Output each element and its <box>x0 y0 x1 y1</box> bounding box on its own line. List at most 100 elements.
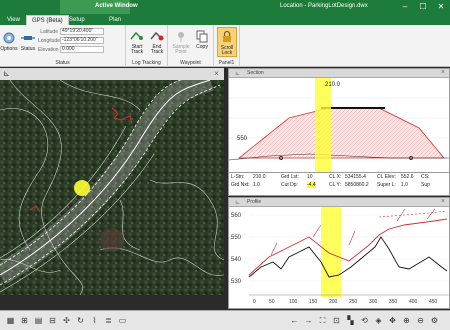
l-stn-value: 210.0 <box>253 174 266 180</box>
cl-x-label: CL X: <box>329 174 342 180</box>
arrow-right-icon[interactable]: → <box>304 316 313 325</box>
l-stn-label: L-Stn: <box>231 174 245 180</box>
layers-icon[interactable]: ▤ <box>34 316 43 325</box>
profile-pane: ⊾ Profile × 560 550 540 530 0 50 100 150… <box>228 197 450 309</box>
grid-icon[interactable]: ▦ <box>6 316 15 325</box>
window-controls: – ☐ ✕ <box>400 2 446 11</box>
section-pane: ⊾ Section × 210.0 550 L-Stn: 210.0 Grd L… <box>228 68 450 196</box>
map-canvas <box>0 80 224 295</box>
section-title: Section <box>247 70 264 76</box>
section-info-panel: L-Stn: 210.0 Grd Lst: 10 CL X: 534155.4 … <box>229 172 449 189</box>
station-highlight <box>315 78 331 172</box>
minimize-icon[interactable]: – <box>400 2 410 11</box>
profile-y-tick-530: 530 <box>231 279 242 285</box>
aerial-map-view[interactable] <box>0 80 224 295</box>
section-close-icon[interactable]: × <box>441 69 445 76</box>
current-station-marker[interactable] <box>74 180 90 196</box>
settings-icon[interactable]: ⚙ <box>430 316 439 325</box>
satellite-icon <box>21 36 35 40</box>
profile-pin-icon[interactable]: ⊾ <box>235 199 240 206</box>
copy-button[interactable]: Copy <box>193 29 211 50</box>
section-y-tick: 550 <box>237 136 248 142</box>
end-track-icon <box>150 31 164 41</box>
profile-close-icon[interactable]: × <box>441 198 445 205</box>
profile-x-tick-50: 50 <box>269 299 275 305</box>
status-group-label: Status <box>55 60 70 66</box>
window-icon[interactable]: ▭ <box>118 316 127 325</box>
longitude-label: Longitude <box>38 38 60 44</box>
profile-title: Profile <box>247 199 262 205</box>
close-icon[interactable]: ✕ <box>436 2 446 11</box>
lock-icon <box>223 30 231 42</box>
super-l-label: Super L: <box>377 182 396 188</box>
arrow-left-icon[interactable]: ← <box>290 316 299 325</box>
status-button[interactable]: Status <box>20 31 36 52</box>
tab-plan[interactable]: Plan <box>104 15 126 25</box>
profile-grid <box>249 214 449 282</box>
redraw-icon[interactable]: ⟲ <box>360 316 369 325</box>
waypoint-label: Waypoint <box>180 60 201 66</box>
profile-view[interactable]: 560 550 540 530 0 50 100 150 200 250 300… <box>229 207 449 308</box>
snap-icon[interactable]: ⊞ <box>20 316 29 325</box>
station-label: 210.0 <box>325 82 341 88</box>
profile-x-tick-350: 350 <box>389 299 398 305</box>
map-close-icon[interactable]: × <box>212 69 221 78</box>
cl-elev-value: 552.6 <box>401 174 414 180</box>
rotate-icon[interactable]: ↻ <box>76 316 85 325</box>
active-window-label: Active Window <box>95 3 138 9</box>
sup-label: Sup <box>421 182 430 188</box>
cut-dp-value: -4.4 <box>307 182 316 188</box>
tab-gps-beta[interactable]: GPS (Beta) <box>26 15 69 25</box>
zoom-out-icon[interactable]: ⊖ <box>416 316 425 325</box>
ground-profile-line <box>248 236 448 278</box>
cut-area <box>237 107 445 159</box>
tab-setup[interactable]: Setup <box>64 15 90 25</box>
maximize-icon[interactable]: ☐ <box>418 2 428 11</box>
measure-icon[interactable]: ⌇ <box>90 316 99 325</box>
start-track-icon <box>130 31 143 40</box>
section-view[interactable]: 210.0 550 <box>229 78 449 172</box>
waypoint-group: Sample Point Copy Waypoint <box>168 25 214 67</box>
map-icon[interactable]: ▚ <box>346 316 355 325</box>
cl-y-label: CL Y: <box>329 182 341 188</box>
cut-dp-label: Cut Dp: <box>281 182 298 188</box>
section-pin-icon[interactable]: ⊾ <box>235 70 240 77</box>
status-group: Options Status Latitude 49°19'20.400" Lo… <box>0 25 126 67</box>
map-toolbar: ⊾ × <box>0 68 224 80</box>
grd-lst-label: Grd Lst: <box>281 174 299 180</box>
layer-stack-icon[interactable]: ≣ <box>104 316 113 325</box>
design-profile-upper <box>378 210 448 218</box>
zoom-extents-icon[interactable]: ⛶ <box>318 316 327 325</box>
options-icon <box>3 32 15 44</box>
zoom-in-icon[interactable]: ⊕ <box>402 316 411 325</box>
scroll-lock-button[interactable]: Scroll Lock <box>217 27 237 57</box>
ortho-icon[interactable]: ⊟ <box>48 316 57 325</box>
bottom-toolbar: ▦ ⊞ ▤ ⊟ ✣ ↻ ⌇ ≣ ▭ ← → ⛶ ⊡ ▚ ⟲ ◈ ✥ ⊕ ⊖ ⚙ <box>0 310 450 330</box>
ribbon: Options Status Latitude 49°19'20.400" Lo… <box>0 25 450 67</box>
profile-x-tick-450: 450 <box>429 299 438 305</box>
tab-view[interactable]: View <box>2 15 25 25</box>
view-3d-icon[interactable]: ◈ <box>374 316 383 325</box>
latitude-field[interactable]: 49°19'20.400" <box>60 28 104 35</box>
pin-icon[interactable]: ⊾ <box>2 69 11 78</box>
sample-point-button[interactable]: Sample Point <box>171 29 191 55</box>
cl-x-value: 534155.4 <box>345 174 366 180</box>
grd-nxt-label: Grd Nxt: <box>231 182 250 188</box>
cl-y-value: 5850860.2 <box>345 182 369 188</box>
options-button[interactable]: Options <box>0 31 18 52</box>
compass-icon[interactable]: ✥ <box>388 316 397 325</box>
longitude-field[interactable]: -123°06'10.200" <box>60 37 104 44</box>
panel-label: Panel1 <box>218 60 235 66</box>
zoom-window-icon[interactable]: ⊡ <box>332 316 341 325</box>
end-track-button[interactable]: End Track <box>148 29 166 55</box>
vertical-curve-labels <box>270 208 436 256</box>
cs-label: CS: <box>421 174 430 180</box>
profile-x-tick-100: 100 <box>289 299 298 305</box>
sample-point-icon <box>178 32 184 42</box>
pan-icon[interactable]: ✣ <box>62 316 71 325</box>
grd-lst-value: 10 <box>307 174 313 180</box>
start-track-button[interactable]: Start Track <box>128 29 146 55</box>
elevation-label: Elevation <box>38 47 59 53</box>
elevation-field[interactable]: 0.000 <box>60 46 104 53</box>
cl-elev-label: CL Elev: <box>377 174 396 180</box>
